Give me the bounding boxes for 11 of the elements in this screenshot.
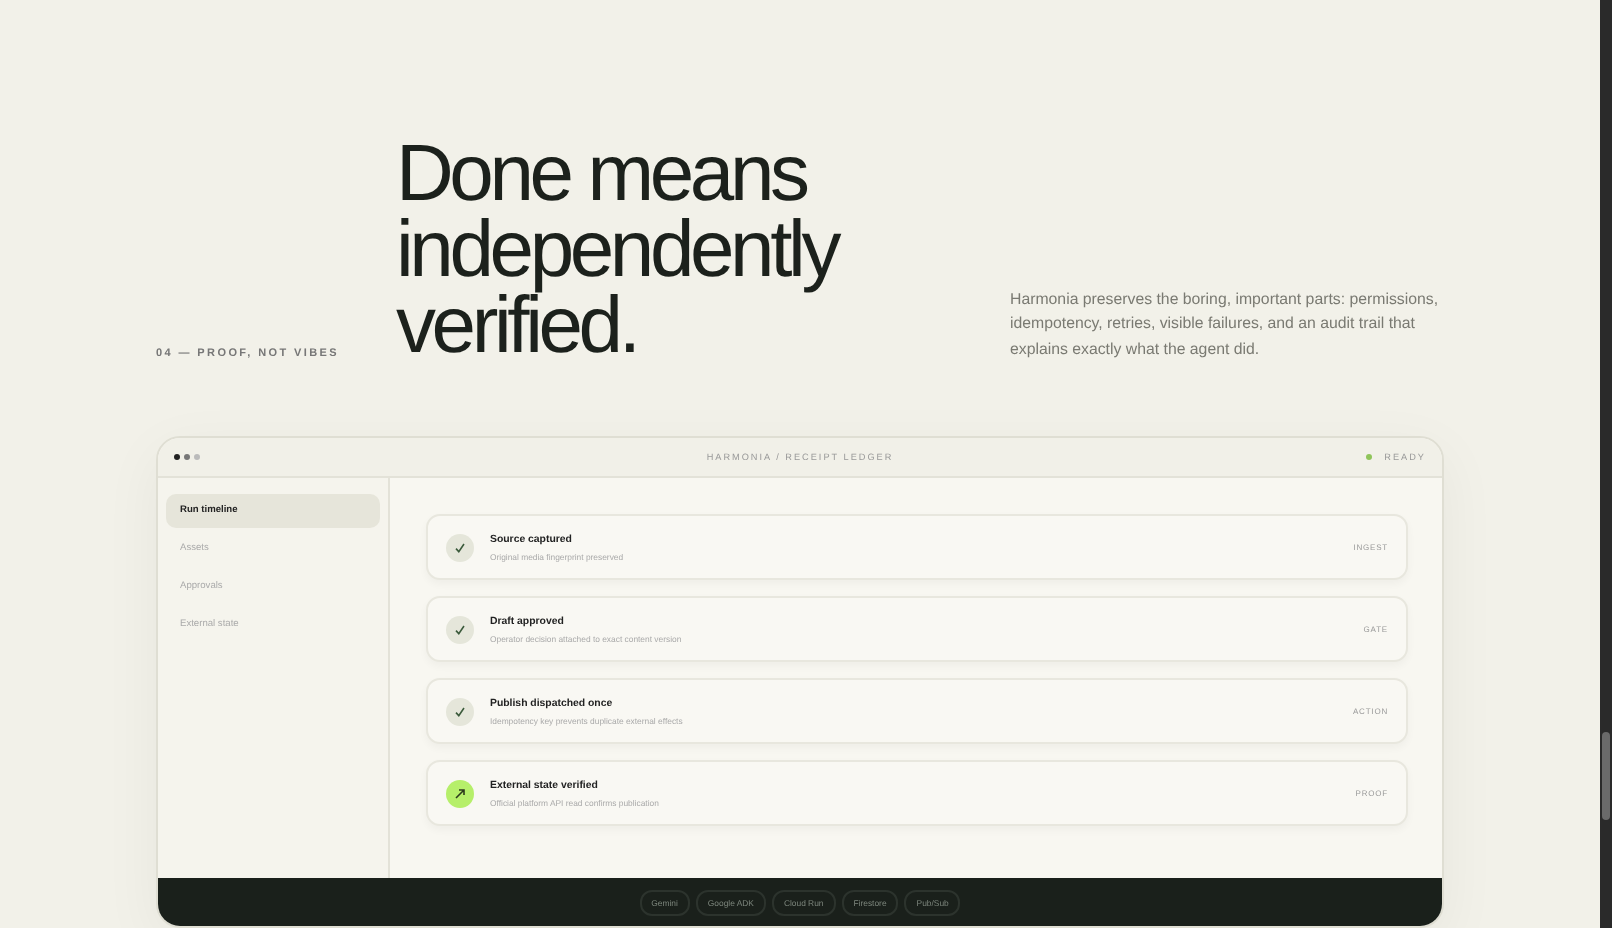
window-dot-icon	[184, 454, 190, 460]
headline: Done means	[396, 136, 809, 212]
check-icon	[454, 705, 466, 717]
window-dot-icon	[194, 454, 200, 460]
headline: independently	[396, 212, 841, 288]
arrow-icon	[454, 787, 466, 799]
scrollbar-thumb[interactable]	[1602, 732, 1610, 820]
status-dot	[1366, 454, 1373, 460]
check-icon	[454, 623, 466, 635]
check-icon	[454, 541, 466, 553]
window-dot-icon	[174, 454, 180, 460]
